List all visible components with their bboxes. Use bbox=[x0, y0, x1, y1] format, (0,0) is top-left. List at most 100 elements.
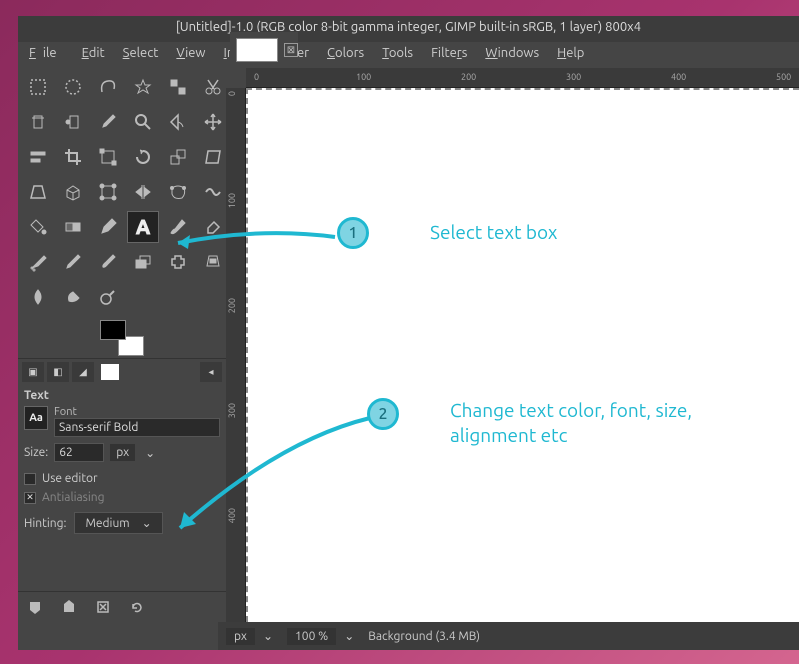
tool-color-picker[interactable] bbox=[92, 106, 124, 138]
menu-view[interactable]: View bbox=[169, 44, 212, 62]
checkbox-checked-icon bbox=[24, 492, 36, 504]
size-label: Size: bbox=[24, 446, 48, 459]
menu-select[interactable]: Select bbox=[116, 44, 166, 62]
tool-ellipse-select[interactable] bbox=[57, 71, 89, 103]
tool-crop[interactable] bbox=[57, 141, 89, 173]
tool-by-color-select[interactable] bbox=[162, 71, 194, 103]
tool-foreground-select[interactable] bbox=[22, 106, 54, 138]
tool-cage[interactable] bbox=[162, 176, 194, 208]
tool-rotate[interactable] bbox=[127, 141, 159, 173]
menu-tools[interactable]: Tools bbox=[375, 44, 420, 62]
tool-dodge-burn[interactable] bbox=[92, 281, 124, 313]
tool-flip[interactable] bbox=[127, 176, 159, 208]
restore-preset-icon[interactable] bbox=[60, 598, 78, 616]
tab-tool-options[interactable]: ▣ bbox=[22, 362, 44, 382]
size-unit-dropdown-icon[interactable]: ⌄ bbox=[141, 446, 159, 460]
tool-paintbrush[interactable] bbox=[162, 211, 194, 243]
tool-unified-transform[interactable] bbox=[92, 141, 124, 173]
menu-file[interactable]: File bbox=[22, 44, 71, 62]
tool-text[interactable]: A bbox=[127, 211, 159, 243]
main-body: A ▣ ◧ ◢ bbox=[18, 68, 799, 622]
tool-warp[interactable] bbox=[197, 176, 229, 208]
delete-preset-icon[interactable] bbox=[94, 598, 112, 616]
save-preset-icon[interactable] bbox=[26, 598, 44, 616]
annotation-badge-2: 2 bbox=[367, 398, 399, 430]
gimp-window: [Untitled]-1.0 (RGB color 8-bit gamma in… bbox=[18, 16, 799, 650]
tool-move[interactable] bbox=[197, 106, 229, 138]
tab-active-fg[interactable] bbox=[101, 364, 119, 380]
ruler-horizontal: 0 100 200 300 400 500 bbox=[246, 68, 799, 88]
tool-fuzzy-select[interactable] bbox=[127, 71, 159, 103]
antialias-label: Antialiasing bbox=[42, 491, 105, 504]
chevron-down-icon[interactable]: ⌄ bbox=[259, 629, 277, 643]
toolbox: A bbox=[18, 68, 226, 316]
tab-brushes[interactable]: ◢ bbox=[72, 362, 94, 382]
menu-colors[interactable]: Colors bbox=[320, 44, 371, 62]
document-tabs: ⊠ bbox=[230, 32, 298, 68]
annotation-text-2: Change text color, font, size, alignment… bbox=[450, 398, 750, 447]
tool-zoom[interactable] bbox=[127, 106, 159, 138]
tool-free-select[interactable] bbox=[92, 71, 124, 103]
menu-help[interactable]: Help bbox=[550, 44, 591, 62]
ruler-vertical: 0 100 200 300 400 bbox=[226, 88, 246, 622]
chevron-down-icon: ⌄ bbox=[142, 516, 152, 530]
tool-perspective[interactable] bbox=[22, 176, 54, 208]
reset-preset-icon[interactable] bbox=[128, 598, 146, 616]
menu-bar: File Edit Select View Image Layer Colors… bbox=[18, 42, 799, 68]
tool-airbrush[interactable] bbox=[22, 246, 54, 278]
window-title: [Untitled]-1.0 (RGB color 8-bit gamma in… bbox=[18, 16, 799, 42]
menu-windows[interactable]: Windows bbox=[478, 44, 546, 62]
close-icon[interactable]: ⊠ bbox=[284, 43, 298, 57]
status-zoom-select[interactable]: 100 % bbox=[287, 628, 336, 645]
tool-smudge[interactable] bbox=[57, 281, 89, 313]
tool-iscissors[interactable] bbox=[197, 71, 229, 103]
size-input[interactable] bbox=[54, 443, 104, 462]
tool-shear[interactable] bbox=[197, 141, 229, 173]
annotation-badge-1: 1 bbox=[337, 217, 369, 249]
tool-bucket-fill[interactable] bbox=[22, 211, 54, 243]
status-bar: px⌄ 100 %⌄ Background (3.4 MB) bbox=[218, 622, 799, 650]
dock-bottom-buttons bbox=[18, 591, 226, 622]
document-thumb[interactable] bbox=[236, 38, 278, 62]
tool-paths[interactable] bbox=[57, 106, 89, 138]
tool-options-title: Text bbox=[24, 389, 220, 402]
tab-device[interactable]: ◧ bbox=[47, 362, 69, 382]
dock-tabs: ▣ ◧ ◢ ◂ bbox=[18, 358, 226, 385]
tool-rect-select[interactable] bbox=[22, 71, 54, 103]
tool-perspective-clone[interactable] bbox=[197, 246, 229, 278]
tool-options-panel: Text Aa Font Size: px ⌄ Use editor bbox=[18, 385, 226, 591]
tab-menu-icon[interactable]: ◂ bbox=[200, 362, 222, 382]
fg-color-swatch[interactable] bbox=[100, 320, 126, 340]
menu-edit[interactable]: Edit bbox=[75, 44, 112, 62]
font-input[interactable] bbox=[54, 418, 220, 437]
status-unit-select[interactable]: px bbox=[226, 628, 255, 645]
tool-ink[interactable] bbox=[57, 246, 89, 278]
svg-text:A: A bbox=[136, 216, 150, 238]
tool-mypaint-brush[interactable] bbox=[92, 246, 124, 278]
tool-blur-sharpen[interactable] bbox=[22, 281, 54, 313]
hinting-select[interactable]: Medium ⌄ bbox=[74, 512, 162, 534]
checkbox-icon bbox=[24, 473, 36, 485]
hinting-value: Medium bbox=[85, 517, 129, 530]
menu-filters[interactable]: Filters bbox=[424, 44, 474, 62]
use-editor-check[interactable]: Use editor bbox=[24, 472, 220, 485]
tool-clone[interactable] bbox=[127, 246, 159, 278]
tool-handle-transform[interactable] bbox=[92, 176, 124, 208]
canvas[interactable] bbox=[246, 88, 799, 622]
tool-scale[interactable] bbox=[162, 141, 194, 173]
size-unit[interactable]: px bbox=[110, 444, 135, 461]
tool-pencil[interactable] bbox=[92, 211, 124, 243]
color-swatches[interactable] bbox=[100, 320, 144, 356]
tool-3d-transform[interactable] bbox=[57, 176, 89, 208]
left-dock: A ▣ ◧ ◢ bbox=[18, 68, 226, 622]
tool-align[interactable] bbox=[22, 141, 54, 173]
tool-eraser[interactable] bbox=[197, 211, 229, 243]
font-label: Font bbox=[54, 406, 220, 418]
tool-gradient[interactable] bbox=[57, 211, 89, 243]
tool-heal[interactable] bbox=[162, 246, 194, 278]
font-preview-icon[interactable]: Aa bbox=[24, 406, 48, 430]
antialias-check[interactable]: Antialiasing bbox=[24, 491, 220, 504]
tool-measure[interactable] bbox=[162, 106, 194, 138]
canvas-area: ⊠ 0 100 200 300 400 500 0 100 200 300 40… bbox=[226, 68, 799, 622]
chevron-down-icon[interactable]: ⌄ bbox=[340, 629, 358, 643]
